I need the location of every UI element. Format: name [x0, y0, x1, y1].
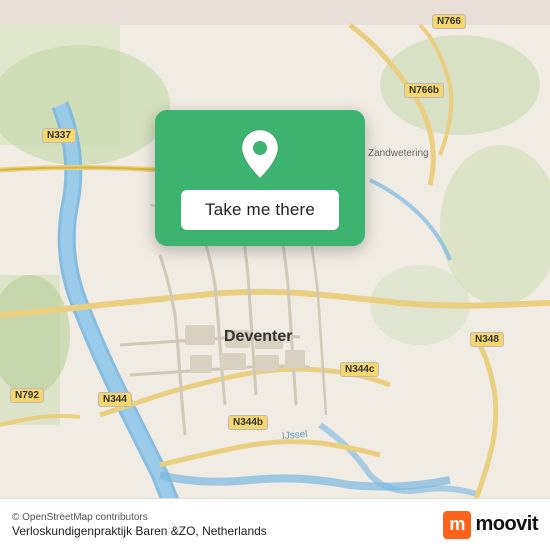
osm-attribution: © OpenStreetMap contributors — [12, 512, 267, 523]
road-badge-n344: N344 — [98, 392, 132, 407]
road-badge-n348: N348 — [470, 332, 504, 347]
bottom-bar: © OpenStreetMap contributors Verloskundi… — [0, 498, 550, 550]
moovit-text: moovit — [475, 513, 538, 536]
moovit-m-icon: m — [443, 511, 471, 539]
location-pin-icon — [238, 128, 282, 180]
location-card: Take me there — [155, 110, 365, 246]
city-label: Deventer — [224, 328, 292, 346]
road-badge-n344b: N344b — [228, 415, 268, 430]
road-badge-n766: N766 — [432, 14, 466, 29]
road-badge-n344c: N344c — [340, 362, 379, 377]
road-badge-n792: N792 — [10, 388, 44, 403]
moovit-logo: m moovit — [443, 511, 538, 539]
take-me-there-button[interactable]: Take me there — [181, 190, 339, 230]
road-badge-n766b: N766b — [404, 83, 444, 98]
place-full-label: Verloskundigenpraktijk Baren &ZO, Nether… — [12, 524, 267, 538]
ijssel-label: IJssel — [282, 429, 308, 442]
zandwetering-label: Zandwetering — [368, 148, 429, 159]
attribution: © OpenStreetMap contributors Verloskundi… — [12, 512, 267, 538]
map-container: N337 N766 N766b N344 N344b N344c N348 N7… — [0, 0, 550, 550]
map-background — [0, 0, 550, 550]
road-badge-n337: N337 — [42, 128, 76, 143]
